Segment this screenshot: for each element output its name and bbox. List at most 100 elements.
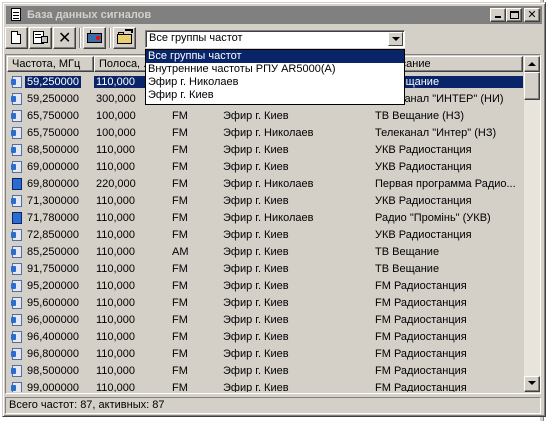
cell-location: Эфир г. Киев xyxy=(223,381,289,393)
maximize-icon xyxy=(510,11,519,19)
minimize-button[interactable] xyxy=(490,8,506,22)
frequency-value: 69,000000 xyxy=(27,160,79,173)
dropdown-option[interactable]: Эфир г. Николаев xyxy=(146,76,404,89)
table-row[interactable]: 65,750000 100,000 FM Эфир г. Николаев Телека… xyxy=(7,124,523,141)
delete-button[interactable]: ✕ xyxy=(53,27,76,49)
cell-frequency: 69,800000 xyxy=(7,177,94,190)
cell-frequency: 69,000000 xyxy=(7,160,94,173)
scroll-thumb[interactable] xyxy=(524,72,540,100)
table-row[interactable]: 69,800000 220,000 FM Эфир г. Николаев Первая… xyxy=(7,175,523,192)
table-row[interactable]: 95,200000 110,000 FM Эфир г. Киев FM Радиост… xyxy=(7,277,523,294)
paper-icon xyxy=(11,194,23,207)
scroll-up-button[interactable] xyxy=(524,56,540,72)
cell-description: ТВ Вещание (НЗ) xyxy=(375,109,465,122)
cell-modulation: FM xyxy=(172,381,188,393)
paper-icon xyxy=(11,109,23,122)
cell-band: 110,000 xyxy=(96,347,135,360)
properties-button[interactable] xyxy=(29,27,52,49)
receiver-button[interactable] xyxy=(83,27,106,49)
paper-icon xyxy=(11,296,23,309)
table-row[interactable]: 72,850000 110,000 FM Эфир г. Киев УКВ Радиос… xyxy=(7,226,523,243)
dropdown-option[interactable]: Все группы частот xyxy=(146,50,404,63)
cell-description: УКВ Радиостанция xyxy=(375,228,472,241)
cell-frequency: 65,750000 xyxy=(7,109,94,122)
cell-location: Эфир г. Киев xyxy=(223,347,289,360)
frequency-group-combo[interactable]: Все группы частот xyxy=(145,30,405,48)
combo-dropdown-button[interactable] xyxy=(388,32,403,46)
cell-band: 110,000 xyxy=(96,160,135,173)
cell-description: FM Радиостанция xyxy=(375,381,467,393)
window-title: База данных сигналов xyxy=(27,9,152,21)
table-row[interactable]: 95,600000 110,000 FM Эфир г. Киев FM Радиост… xyxy=(7,294,523,311)
cell-band: 110,000 xyxy=(96,279,135,292)
cell-band: 110,000 xyxy=(96,245,135,258)
table-row[interactable]: 98,500000 110,000 FM Эфир г. Киев FM Радиост… xyxy=(7,362,523,379)
cell-band: 110,000 xyxy=(96,143,135,156)
cell-frequency: 65,750000 xyxy=(7,126,94,139)
scroll-down-button[interactable] xyxy=(524,376,540,392)
arrow-down-icon xyxy=(528,381,536,385)
dropdown-option[interactable]: Внутренние частоты РПУ AR5000(A) xyxy=(146,63,404,76)
cell-location: Эфир г. Киев xyxy=(223,364,289,377)
table-row[interactable]: 96,000000 110,000 FM Эфир г. Киев FM Радиост… xyxy=(7,311,523,328)
table-row[interactable]: 71,300000 110,000 FM Эфир г. Киев УКВ Радиос… xyxy=(7,192,523,209)
cell-description: ТВ Вещание xyxy=(375,245,440,258)
cell-modulation: FM xyxy=(172,296,188,309)
table-row[interactable]: 71,780000 110,000 FM Эфир г. Николаев Радио … xyxy=(7,209,523,226)
cell-frequency: 91,750000 xyxy=(7,262,94,275)
frequency-value: 85,250000 xyxy=(27,245,79,258)
cell-band: 110,000 xyxy=(96,211,135,224)
cell-description: УКВ Радиостанция xyxy=(375,194,472,207)
cell-band: 100,000 xyxy=(96,109,136,122)
table-row[interactable]: 85,250000 110,000 AM Эфир г. Киев ТВ Вещание xyxy=(7,243,523,260)
page-fold xyxy=(17,31,21,35)
frequency-value: 96,000000 xyxy=(27,313,79,326)
cell-frequency: 99,000000 xyxy=(7,381,94,392)
paper-icon xyxy=(11,245,23,258)
cell-modulation: FM xyxy=(172,194,188,207)
cell-modulation: FM xyxy=(172,313,188,326)
cell-band: 110,000 xyxy=(96,262,135,275)
maximize-button[interactable] xyxy=(506,8,522,22)
frequency-value: 71,780000 xyxy=(27,211,79,224)
edit-hand-icon xyxy=(41,36,48,43)
cell-location: Эфир г. Киев xyxy=(223,228,289,241)
close-button[interactable]: ✕ xyxy=(524,8,540,22)
cell-frequency: 68,500000 xyxy=(7,143,94,156)
table-row[interactable]: 96,800000 110,000 FM Эфир г. Киев FM Радиост… xyxy=(7,345,523,362)
cell-description: УКВ Радиостанция xyxy=(375,160,472,173)
cell-location: Эфир г. Киев xyxy=(223,296,289,309)
cell-frequency: 72,850000 xyxy=(7,228,94,241)
cell-modulation: FM xyxy=(172,160,188,173)
column-header-frequency[interactable]: Частота, МГц xyxy=(7,56,94,72)
table-row[interactable]: 69,000000 110,000 FM Эфир г. Киев УКВ Радиос… xyxy=(7,158,523,175)
table-row[interactable]: 99,000000 110,000 FM Эфир г. Киев FM Радиост… xyxy=(7,379,523,392)
frequency-group-dropdown-list: Все группы частот Внутренние частоты РПУ … xyxy=(145,49,405,105)
open-button[interactable] xyxy=(113,27,136,49)
frequency-value: 71,300000 xyxy=(27,194,79,207)
status-text: Всего частот: 87, активных: 87 xyxy=(9,399,165,411)
new-record-button[interactable] xyxy=(5,27,28,49)
antenna-icon xyxy=(90,30,91,34)
table-row[interactable]: 96,400000 110,000 FM Эфир г. Киев FM Радиост… xyxy=(7,328,523,345)
cell-frequency: 71,780000 xyxy=(7,211,94,224)
table-row[interactable]: 91,750000 110,000 FM Эфир г. Киев ТВ Вещание xyxy=(7,260,523,277)
cell-modulation: FM xyxy=(172,109,188,122)
cell-description: FM Радиостанция xyxy=(375,364,467,377)
dropdown-option[interactable]: Эфир г. Киев xyxy=(146,89,404,102)
cell-location: Эфир г. Киев xyxy=(223,194,289,207)
paper-icon xyxy=(11,228,23,241)
signal-list: Частота, МГц Полоса, ... Описание 59,250… xyxy=(5,54,541,394)
vertical-scrollbar[interactable] xyxy=(524,56,540,392)
table-row[interactable]: 65,750000 100,000 FM Эфир г. Киев ТВ Вещание… xyxy=(7,107,523,124)
title-bar[interactable]: База данных сигналов ✕ xyxy=(6,6,542,24)
cell-frequency: 96,800000 xyxy=(7,347,94,360)
cell-frequency: 59,250000 xyxy=(7,75,94,88)
combo-value: Все группы частот xyxy=(149,32,243,44)
cell-frequency: 96,400000 xyxy=(7,330,94,343)
table-row[interactable]: 68,500000 110,000 FM Эфир г. Киев УКВ Радиос… xyxy=(7,141,523,158)
close-icon: ✕ xyxy=(527,8,537,21)
frequency-value: 65,750000 xyxy=(27,109,79,122)
cell-band: 110,000 xyxy=(96,228,135,241)
cell-band: 110,000 xyxy=(96,381,135,393)
